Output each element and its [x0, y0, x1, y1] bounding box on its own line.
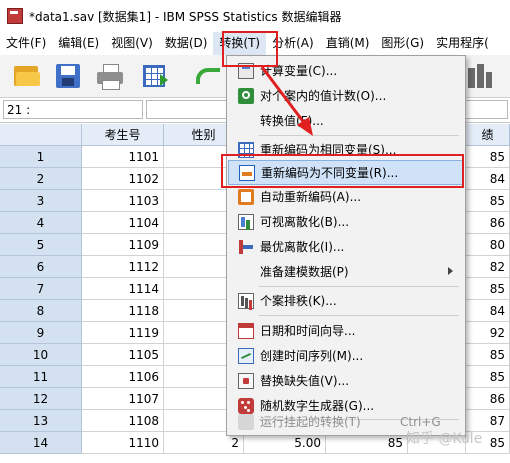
menu-item-compute-variable[interactable]: 计算变量(C)...: [228, 58, 464, 83]
cell-score[interactable]: 85: [466, 190, 510, 212]
row-number[interactable]: 4: [0, 212, 82, 234]
rank-cases-icon: [238, 292, 254, 309]
row-number[interactable]: 11: [0, 366, 82, 388]
menu-view[interactable]: 视图(V): [105, 32, 159, 55]
row-number[interactable]: 2: [0, 168, 82, 190]
corner-cell: [0, 124, 82, 146]
row-number[interactable]: 9: [0, 322, 82, 344]
menu-direct-marketing[interactable]: 直销(M): [320, 32, 376, 55]
menu-separator: [259, 315, 459, 316]
cell-exam-id[interactable]: 1101: [82, 146, 164, 168]
cell-score[interactable]: 86: [466, 388, 510, 410]
cell-exam-id[interactable]: 1105: [82, 344, 164, 366]
row-number[interactable]: 7: [0, 278, 82, 300]
cell-exam-id[interactable]: 1104: [82, 212, 164, 234]
recall-dialog-icon[interactable]: [140, 62, 170, 90]
column-header-exam-id[interactable]: 考生号: [82, 124, 164, 146]
calculator-icon: [238, 62, 254, 79]
cell-exam-id[interactable]: 1119: [82, 322, 164, 344]
cell-score[interactable]: 85: [466, 146, 510, 168]
menu-edit[interactable]: 编辑(E): [52, 32, 105, 55]
menu-item-rank-cases[interactable]: 个案排秩(K)...: [228, 288, 464, 313]
count-values-icon: [238, 87, 254, 104]
window-title: *data1.sav [数据集1] - IBM SPSS Statistics …: [29, 9, 342, 24]
cell-exam-id[interactable]: 1118: [82, 300, 164, 322]
menu-item-count-values[interactable]: 对个案内的值计数(O)...: [228, 83, 464, 108]
menu-bar: 文件(F) 编辑(E) 视图(V) 数据(D) 转换(T) 分析(A) 直销(M…: [0, 32, 510, 55]
auto-recode-icon: [238, 188, 254, 205]
row-number[interactable]: 5: [0, 234, 82, 256]
watermark: 知乎 @Kule: [406, 431, 483, 447]
row-number[interactable]: 3: [0, 190, 82, 212]
cell-score[interactable]: 85: [466, 278, 510, 300]
cell-score[interactable]: 84: [466, 300, 510, 322]
recode-different-icon: [239, 164, 255, 181]
cell-exam-id[interactable]: 1109: [82, 234, 164, 256]
cell-reference[interactable]: 21 :: [3, 100, 143, 119]
open-folder-icon[interactable]: [12, 62, 42, 90]
menu-item-recode-same[interactable]: 重新编码为相同变量(S)...: [228, 137, 464, 162]
menu-graphs[interactable]: 图形(G): [375, 32, 430, 55]
column-header-score[interactable]: 绩: [466, 124, 510, 146]
cell-score[interactable]: 85: [466, 366, 510, 388]
row-number[interactable]: 12: [0, 388, 82, 410]
cell-score[interactable]: 82: [466, 256, 510, 278]
date-time-icon: [238, 322, 254, 339]
blank-icon: [238, 264, 254, 280]
menu-item-create-time-series[interactable]: 创建时间序列(M)...: [228, 343, 464, 368]
menu-separator: [259, 286, 459, 287]
save-icon[interactable]: [54, 62, 84, 90]
cell-exam-id[interactable]: 1103: [82, 190, 164, 212]
chart-icon[interactable]: [464, 62, 494, 90]
menu-item-visual-binning[interactable]: 可视离散化(B)...: [228, 209, 464, 234]
menu-item-auto-recode[interactable]: 自动重新编码(A)...: [228, 184, 464, 209]
print-icon[interactable]: [95, 62, 125, 90]
transform-menu: 计算变量(C)... 对个案内的值计数(O)... 转换值(F)... 重新编码…: [226, 55, 466, 436]
menu-analyze[interactable]: 分析(A): [266, 32, 320, 55]
optimal-binning-icon: [238, 239, 254, 255]
row-number[interactable]: 1: [0, 146, 82, 168]
cell-score[interactable]: 86: [466, 212, 510, 234]
cell-exam-id[interactable]: 1114: [82, 278, 164, 300]
cell-exam-id[interactable]: 1107: [82, 388, 164, 410]
pending-transform-icon: [238, 413, 254, 430]
cell-exam-id[interactable]: 1112: [82, 256, 164, 278]
menu-item-recode-different[interactable]: 重新编码为不同变量(R)...: [228, 160, 464, 185]
cell-exam-id[interactable]: 1110: [82, 432, 164, 454]
menu-item-replace-missing[interactable]: 替换缺失值(V)...: [228, 368, 464, 393]
menu-data[interactable]: 数据(D): [159, 32, 214, 55]
submenu-arrow-icon: [448, 267, 453, 275]
cell-score[interactable]: 92: [466, 322, 510, 344]
recode-same-icon: [238, 141, 254, 158]
title-bar: *data1.sav [数据集1] - IBM SPSS Statistics …: [0, 0, 510, 32]
visual-binning-icon: [238, 213, 254, 230]
blank-icon: [238, 113, 254, 129]
menu-transform[interactable]: 转换(T): [213, 32, 267, 55]
cell-score[interactable]: 85: [466, 344, 510, 366]
cell-exam-id[interactable]: 1102: [82, 168, 164, 190]
cell-score[interactable]: 84: [466, 168, 510, 190]
cell-score[interactable]: 80: [466, 234, 510, 256]
row-number[interactable]: 6: [0, 256, 82, 278]
replace-missing-icon: [238, 372, 254, 389]
spss-app-icon: [7, 8, 23, 24]
menu-separator: [259, 135, 459, 136]
menu-item-date-time-wizard[interactable]: 日期和时间向导...: [228, 318, 464, 343]
undo-icon[interactable]: [192, 62, 222, 90]
row-number[interactable]: 14: [0, 432, 82, 454]
menu-file[interactable]: 文件(F): [0, 32, 52, 55]
row-number[interactable]: 8: [0, 300, 82, 322]
cell-exam-id[interactable]: 1106: [82, 366, 164, 388]
menu-utilities[interactable]: 实用程序(: [430, 32, 495, 55]
menu-item-optimal-binning[interactable]: 最优离散化(I)...: [228, 234, 464, 259]
time-series-icon: [238, 347, 254, 364]
row-number[interactable]: 10: [0, 344, 82, 366]
menu-item-prepare-modeling[interactable]: 准备建模数据(P): [228, 259, 464, 284]
row-number[interactable]: 13: [0, 410, 82, 432]
cell-exam-id[interactable]: 1108: [82, 410, 164, 432]
menu-item-shift-values[interactable]: 转换值(F)...: [228, 108, 464, 133]
